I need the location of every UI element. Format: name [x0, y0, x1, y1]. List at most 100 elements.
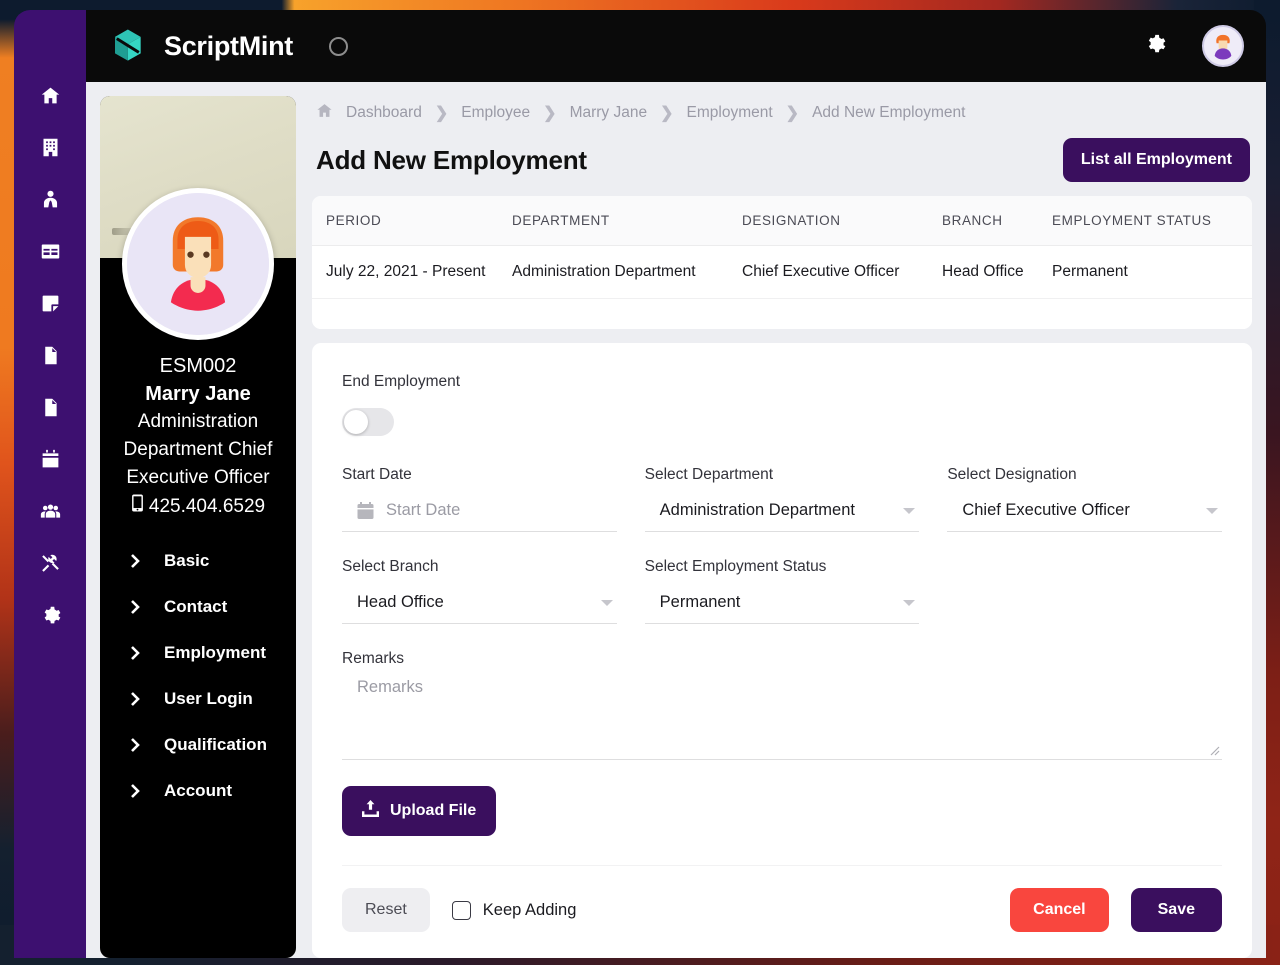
- profile-nav-label: Basic: [164, 551, 210, 570]
- column-header-branch: BRANCH: [942, 196, 1052, 246]
- rail-item-teams[interactable]: [14, 488, 86, 540]
- form-row-two: Select Branch Head Office Select Employm…: [342, 558, 1222, 624]
- designation-select[interactable]: Chief Executive Officer: [947, 498, 1222, 532]
- upload-icon: [362, 800, 379, 822]
- remarks-field: Remarks Remarks: [342, 650, 1222, 760]
- keep-adding-label: Keep Adding: [482, 900, 577, 919]
- profile-nav-item-employment[interactable]: Employment: [100, 630, 296, 676]
- profile-nav-label: Employment: [164, 643, 267, 662]
- employment-history-table-card: PERIOD DEPARTMENT DESIGNATION BRANCH EMP…: [312, 196, 1252, 329]
- cancel-button[interactable]: Cancel: [1010, 888, 1109, 932]
- gear-icon: [1144, 33, 1166, 60]
- branch-label: Select Branch: [342, 558, 439, 575]
- profile-nav-item-account[interactable]: Account: [100, 768, 296, 814]
- brand-name: ScriptMint: [164, 30, 293, 61]
- employee-profile-card: ESM002 Marry Jane Administration Departm…: [100, 96, 296, 958]
- rail-item-attendance[interactable]: [14, 228, 86, 280]
- profile-text-block: ESM002 Marry Jane Administration Departm…: [100, 340, 296, 524]
- employment-status-select[interactable]: Permanent: [644, 590, 920, 624]
- rail-item-employee[interactable]: [14, 176, 86, 228]
- table-header-row: PERIOD DEPARTMENT DESIGNATION BRANCH EMP…: [312, 196, 1252, 246]
- designation-value: Chief Executive Officer: [962, 501, 1130, 519]
- cell-period: July 22, 2021 - Present: [312, 245, 512, 299]
- remarks-textarea[interactable]: Remarks: [342, 668, 1222, 760]
- profile-nav-item-contact[interactable]: Contact: [100, 584, 296, 630]
- chevron-right-icon: ❯: [785, 105, 800, 122]
- start-date-placeholder: Start Date: [386, 501, 461, 519]
- profile-nav-label: Qualification: [164, 735, 267, 754]
- home-icon[interactable]: [316, 102, 333, 124]
- table-row[interactable]: July 22, 2021 - Present Administration D…: [312, 245, 1252, 299]
- chevron-right-icon: [130, 691, 140, 707]
- profile-nav-item-user-login[interactable]: User Login: [100, 676, 296, 722]
- employment-status-value: Permanent: [659, 593, 741, 611]
- main-panel: Dashboard ❯ Employee ❯ Marry Jane ❯ Empl…: [312, 96, 1252, 958]
- department-select[interactable]: Administration Department: [644, 498, 920, 532]
- rail-item-utilities[interactable]: [14, 540, 86, 592]
- chevron-right-icon: ❯: [543, 105, 557, 122]
- table-body: July 22, 2021 - Present Administration D…: [312, 245, 1252, 299]
- rail-item-documents[interactable]: [14, 384, 86, 436]
- row-two-spacer: [947, 558, 1222, 624]
- avatar: [127, 193, 269, 335]
- profile-nav-item-qualification[interactable]: Qualification: [100, 722, 296, 768]
- form-footer: Reset Keep Adding Cancel Save: [342, 865, 1222, 958]
- employment-status-label: Select Employment Status: [644, 558, 827, 575]
- upload-file-button[interactable]: Upload File: [342, 786, 497, 836]
- employee-phone-number: 425.404.6529: [148, 496, 266, 517]
- department-value: Administration Department: [659, 501, 855, 519]
- end-employment-label: End Employment: [342, 373, 461, 390]
- column-header-department: DEPARTMENT: [512, 196, 742, 246]
- gear-icon: [40, 605, 61, 631]
- user-tie-icon: [40, 189, 61, 215]
- file-invoice-icon: [40, 345, 61, 371]
- table-icon: [40, 241, 61, 267]
- breadcrumb-item-employment[interactable]: Employment: [687, 104, 773, 122]
- building-icon: [40, 137, 61, 163]
- start-date-input[interactable]: Start Date: [342, 498, 617, 532]
- breadcrumb-item-employee[interactable]: Employee: [461, 104, 530, 122]
- chevron-down-icon: [1205, 507, 1218, 514]
- profile-nav-label: User Login: [164, 689, 253, 708]
- branch-select[interactable]: Head Office: [342, 590, 617, 624]
- avatar[interactable]: [1202, 25, 1244, 67]
- profile-nav-label: Contact: [164, 597, 228, 616]
- toggle-knob: [344, 410, 368, 434]
- employment-history-table: PERIOD DEPARTMENT DESIGNATION BRANCH EMP…: [312, 196, 1252, 299]
- resize-handle-icon[interactable]: [1208, 743, 1220, 756]
- file-contract-icon: [40, 397, 61, 423]
- chevron-down-icon: [903, 599, 916, 606]
- remarks-placeholder: Remarks: [357, 678, 424, 696]
- column-header-employment-status: EMPLOYMENT STATUS: [1052, 196, 1252, 246]
- profile-nav-item-basic[interactable]: Basic: [100, 538, 296, 584]
- reset-button[interactable]: Reset: [342, 888, 430, 932]
- rail-item-payroll[interactable]: [14, 332, 86, 384]
- cell-employment-status: Permanent: [1052, 245, 1252, 299]
- rail-item-company[interactable]: [14, 124, 86, 176]
- primary-icon-rail: [14, 10, 86, 958]
- rail-item-settings[interactable]: [14, 592, 86, 644]
- breadcrumb-item-dashboard[interactable]: Dashboard: [346, 104, 422, 122]
- start-date-field: Start Date Start Date: [342, 466, 617, 532]
- rail-item-notes[interactable]: [14, 280, 86, 332]
- designation-field: Select Designation Chief Executive Offic…: [947, 466, 1222, 532]
- breadcrumb-item-marry-jane[interactable]: Marry Jane: [570, 104, 648, 122]
- upload-file-label: Upload File: [390, 802, 477, 819]
- rail-item-leave[interactable]: [14, 436, 86, 488]
- profile-avatar-frame: [122, 188, 274, 340]
- settings-gear-button[interactable]: [1144, 33, 1166, 60]
- remarks-label: Remarks: [342, 650, 405, 667]
- save-button[interactable]: Save: [1130, 888, 1222, 932]
- list-all-employment-button[interactable]: List all Employment: [1062, 138, 1250, 182]
- application-window: ScriptMint ESM002 Marry Jane Administrat…: [14, 10, 1266, 958]
- page-header: Add New Employment List all Employment: [312, 138, 1252, 182]
- keep-adding-checkbox[interactable]: Keep Adding: [451, 900, 577, 920]
- form-row-one: Start Date Start Date Select Department: [342, 466, 1222, 532]
- employee-name: Marry Jane: [145, 383, 251, 405]
- scriptmint-logo-icon[interactable]: [104, 24, 148, 68]
- chevron-down-icon: [600, 599, 613, 606]
- rail-item-dashboard[interactable]: [14, 72, 86, 124]
- branch-field: Select Branch Head Office: [342, 558, 617, 624]
- end-employment-toggle[interactable]: [342, 408, 394, 436]
- cell-branch: Head Office: [942, 245, 1052, 299]
